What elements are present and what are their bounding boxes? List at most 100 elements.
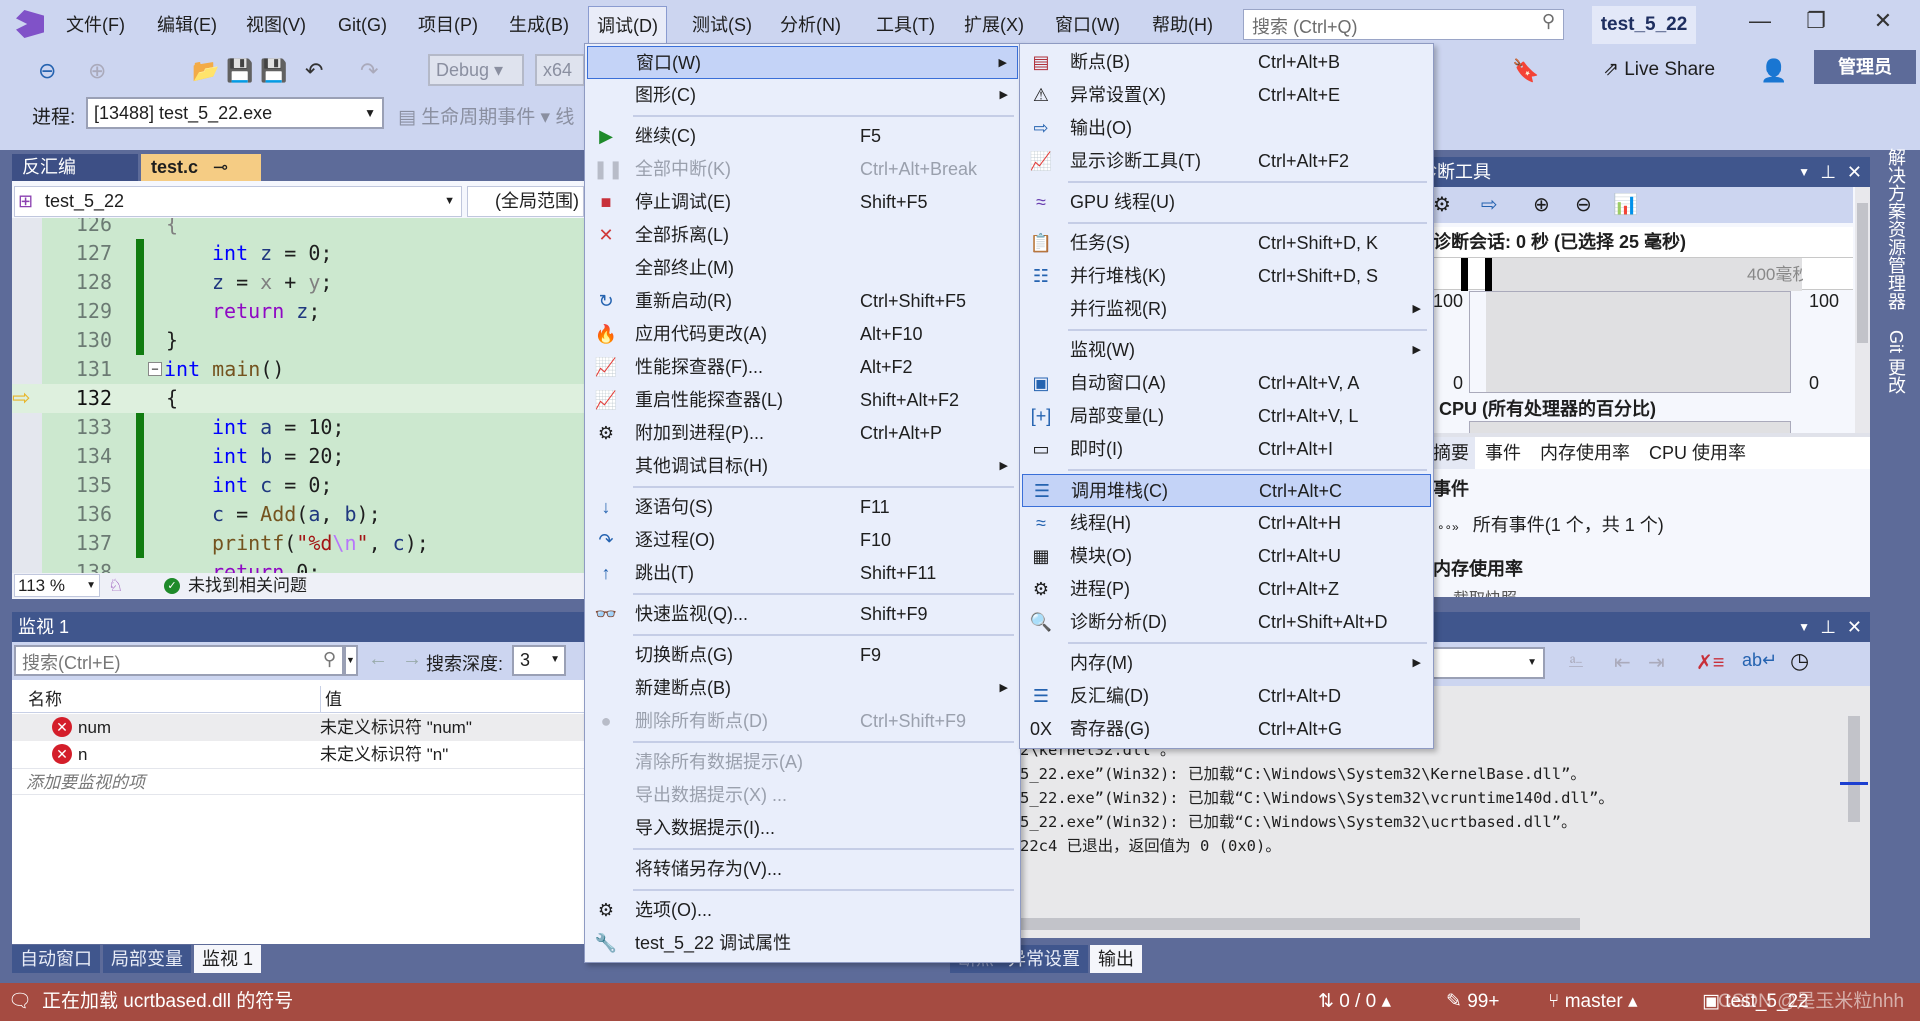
tab-output[interactable]: 输出 <box>1090 945 1142 973</box>
tab-summary[interactable]: 摘要 <box>1433 437 1475 469</box>
column-value[interactable]: 值 <box>320 686 342 713</box>
output-hscrollbar[interactable] <box>1020 918 1580 930</box>
code-line[interactable]: 137 printf("%d\n", c); <box>12 529 584 558</box>
menu-item-2[interactable]: 视图(V) <box>242 10 310 40</box>
tab-git-changes[interactable]: Git 更改 <box>1883 330 1909 394</box>
code-line[interactable]: 132 {⇨ <box>12 384 584 413</box>
menu-item[interactable]: 🔍 诊断分析(D) Ctrl+Shift+Alt+D <box>1022 606 1431 639</box>
menu-item[interactable]: ⚙ 选项(O)... <box>587 894 1018 927</box>
code-line[interactable]: 128 z = x + y; <box>12 268 584 297</box>
menu-item[interactable]: [+] 局部变量(L) Ctrl+Alt+V, L <box>1022 400 1431 433</box>
menu-item-9[interactable]: 工具(T) <box>872 10 939 40</box>
tab-events[interactable]: 事件 <box>1485 437 1521 469</box>
bookmark-icon[interactable]: 🔖 <box>1512 58 1539 84</box>
pin-icon[interactable]: ⊥ <box>1820 157 1836 187</box>
menu-item[interactable]: ⚙ 附加到进程(P)... Ctrl+Alt+P <box>587 417 1018 450</box>
goto-line-icon[interactable]: ⎁ <box>1568 650 1584 673</box>
tab-test-c[interactable]: test.c ⊸ ✕ <box>141 154 261 204</box>
menu-item[interactable]: 内存(M) ▶ <box>1022 647 1431 680</box>
menu-item[interactable]: ↻ 重新启动(R) Ctrl+Shift+F5 <box>587 285 1018 318</box>
menu-item[interactable]: 监视(W) ▶ <box>1022 334 1431 367</box>
intellicode-icon[interactable]: ♘ <box>108 573 123 598</box>
menu-item[interactable]: 📈 显示诊断工具(T) Ctrl+Alt+F2 <box>1022 145 1431 178</box>
menu-item[interactable]: 其他调试目标(H) ▶ <box>587 450 1018 483</box>
save-all-icon[interactable]: 💾 <box>260 58 287 84</box>
panel-menu-icon[interactable]: ▼ <box>1798 157 1810 187</box>
timeline-ruler[interactable]: 400毫秒 <box>1433 257 1853 291</box>
watch-search-input[interactable]: 搜索(Ctrl+E) ⚲ <box>14 645 344 676</box>
menu-item-8[interactable]: 分析(N) <box>776 10 845 40</box>
menu-item[interactable]: ▣ 自动窗口(A) Ctrl+Alt+V, A <box>1022 367 1431 400</box>
graph-area[interactable] <box>1469 291 1791 393</box>
sync-status[interactable]: ⇅ 0 / 0 ▴ <box>1318 983 1391 1021</box>
pending-edits[interactable]: ✎ 99+ <box>1446 983 1499 1021</box>
menu-item[interactable]: 导出数据提示(X) ... <box>587 779 1018 812</box>
zoom-in-icon[interactable]: ⊕ <box>1533 187 1550 223</box>
code-editor[interactable]: 126 {127 int z = 0; 128 z = x + y; 129 return … <box>12 218 584 573</box>
tab-solution-explorer[interactable]: 解决方案资源管理器 <box>1883 148 1909 310</box>
minimize-button[interactable]: — <box>1740 8 1780 34</box>
reset-view-icon[interactable]: 📊 <box>1613 187 1638 223</box>
menu-item[interactable]: ☰ 反汇编(D) Ctrl+Alt+D <box>1022 680 1431 713</box>
menu-item-0[interactable]: 文件(F) <box>62 10 129 40</box>
column-name[interactable]: 名称 <box>28 686 62 713</box>
menu-item-5[interactable]: 生成(B) <box>505 10 573 40</box>
search-back-icon[interactable]: ← <box>368 648 388 671</box>
menu-item[interactable]: ▦ 模块(O) Ctrl+Alt+U <box>1022 540 1431 573</box>
word-wrap-icon[interactable]: ab↵ <box>1742 650 1777 671</box>
search-depth-select[interactable]: 3 ▼ <box>512 645 566 676</box>
menu-item[interactable]: 🔥 应用代码更改(A) Alt+F10 <box>587 318 1018 351</box>
lifecycle-events-button[interactable]: ▤ 生命周期事件 ▾ 线 <box>398 102 574 129</box>
close-button[interactable]: ✕ <box>1863 8 1903 34</box>
prev-message-icon[interactable]: ⇤ <box>1614 650 1631 675</box>
menu-item[interactable]: 窗口(W) ▶ <box>587 46 1018 79</box>
forward-icon[interactable]: ⊕ <box>88 58 106 84</box>
menu-item[interactable]: 📈 重启性能探查器(L) Shift+Alt+F2 <box>587 384 1018 417</box>
menu-item[interactable]: 并行监视(R) ▶ <box>1022 293 1431 326</box>
menu-item[interactable]: ⚙ 进程(P) Ctrl+Alt+Z <box>1022 573 1431 606</box>
search-input[interactable]: 搜索 (Ctrl+Q) ⚲ <box>1243 9 1564 40</box>
menu-item[interactable]: 切换断点(G) F9 <box>587 639 1018 672</box>
tab-locals[interactable]: 局部变量 <box>103 945 191 973</box>
admin-badge[interactable]: 管理员 <box>1814 50 1916 84</box>
menu-item[interactable]: ▭ 即时(I) Ctrl+Alt+I <box>1022 433 1431 466</box>
code-line[interactable]: 131 int main() − <box>12 355 584 384</box>
back-icon[interactable]: ⊖ <box>38 58 56 84</box>
selection-start-marker[interactable] <box>1461 258 1468 291</box>
tab-cpu-usage[interactable]: CPU 使用率 <box>1649 437 1746 469</box>
menu-item[interactable]: 导入数据提示(I)... <box>587 812 1018 845</box>
collapse-icon[interactable]: − <box>148 362 162 376</box>
menu-item[interactable]: 全部终止(M) <box>587 252 1018 285</box>
code-line[interactable]: 135 int c = 0; <box>12 471 584 500</box>
scope-dropdown[interactable]: (全局范围) <box>467 186 584 217</box>
menu-item[interactable]: ⚠ 异常设置(X) Ctrl+Alt+E <box>1022 79 1431 112</box>
menu-item[interactable]: 🔧 test_5_22 调试属性 <box>587 927 1018 960</box>
menu-item-11[interactable]: 窗口(W) <box>1051 10 1124 40</box>
code-line[interactable]: 130} <box>12 326 584 355</box>
code-line[interactable]: 126 { <box>12 218 584 239</box>
open-folder-icon[interactable]: 📂 <box>192 58 219 84</box>
menu-item[interactable]: ≈ 线程(H) Ctrl+Alt+H <box>1022 507 1431 540</box>
zoom-out-icon[interactable]: ⊖ <box>1575 187 1592 223</box>
menu-item[interactable]: ▤ 断点(B) Ctrl+Alt+B <box>1022 46 1431 79</box>
zoom-select[interactable]: 113 % ▼ <box>14 574 100 597</box>
clear-all-icon[interactable]: ✗≡ <box>1696 650 1724 675</box>
issues-status[interactable]: 未找到相关问题 <box>188 573 307 598</box>
menu-item[interactable]: ▶ 继续(C) F5 <box>587 120 1018 153</box>
code-line[interactable]: 129 return z; <box>12 297 584 326</box>
output-vscrollbar[interactable] <box>1840 688 1870 918</box>
menu-item-10[interactable]: 扩展(X) <box>960 10 1028 40</box>
menu-item[interactable]: ✕ 全部拆离(L) <box>587 219 1018 252</box>
menu-item-7[interactable]: 测试(S) <box>688 10 756 40</box>
search-dropdown-icon[interactable]: ▼ <box>344 645 358 676</box>
tab-autos[interactable]: 自动窗口 <box>12 945 100 973</box>
take-snapshot-button[interactable]: 截取快照 <box>1453 585 1517 597</box>
menu-item-3[interactable]: Git(G) <box>334 10 391 40</box>
code-line[interactable]: 138 return 0; <box>12 558 584 573</box>
tab-watch-1[interactable]: 监视 1 <box>194 945 262 973</box>
menu-item-4[interactable]: 项目(P) <box>414 10 482 40</box>
settings-gear-icon[interactable]: ⚙ <box>1433 187 1451 223</box>
close-panel-icon[interactable]: ✕ <box>1847 157 1862 187</box>
branch-selector[interactable]: ⑂ master ▴ <box>1548 983 1638 1021</box>
feedback-icon[interactable]: 👤 <box>1760 58 1787 84</box>
